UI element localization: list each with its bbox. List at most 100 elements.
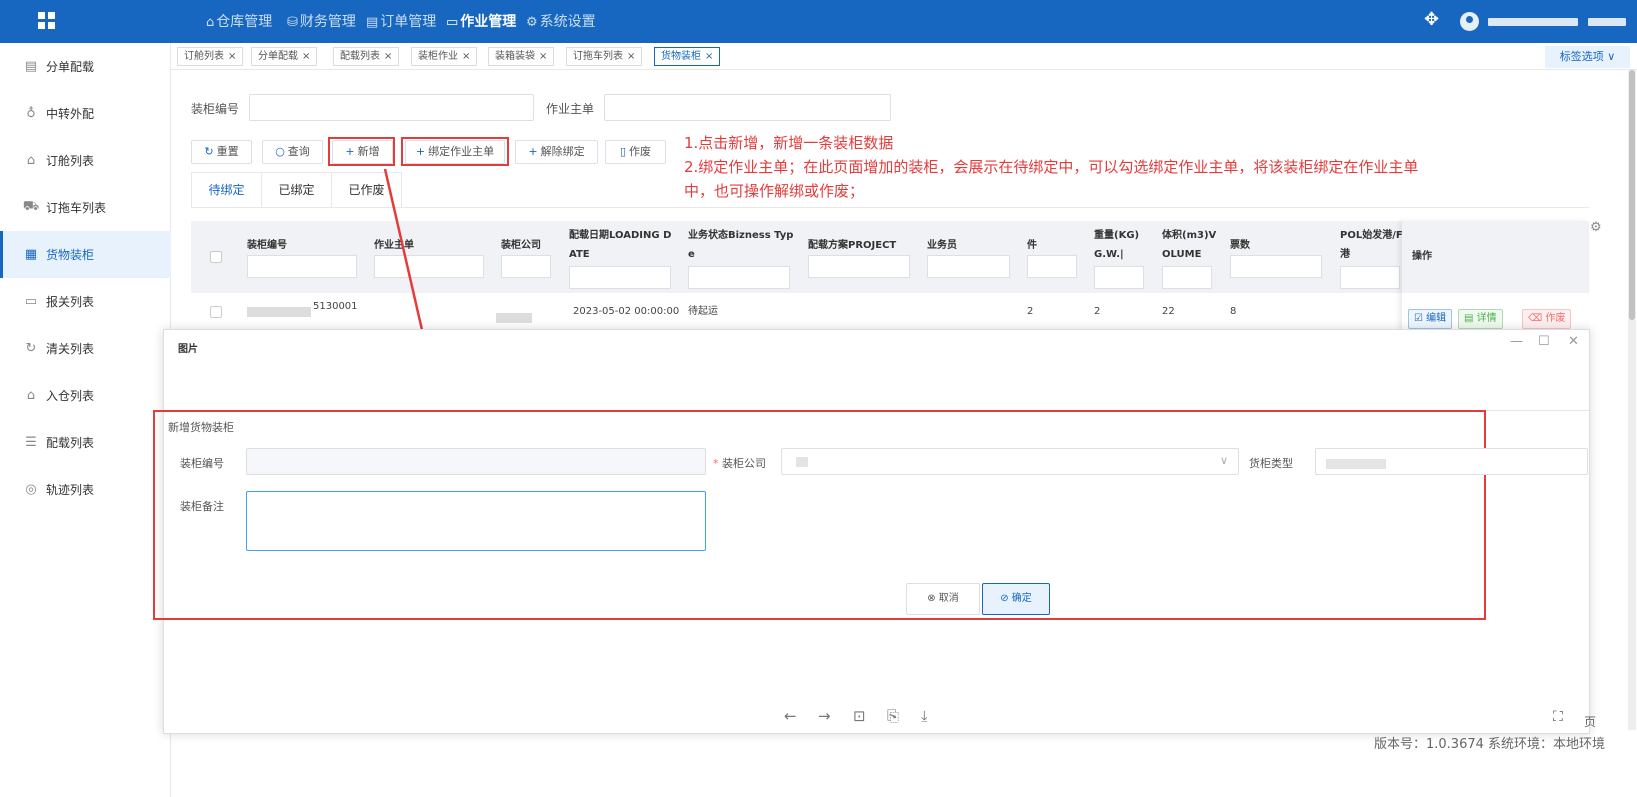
tickets-column-filter[interactable] xyxy=(1230,255,1322,278)
tab-loading-list[interactable]: 配载列表 × xyxy=(333,47,400,66)
nav-operations[interactable]: ▭ 作业管理 xyxy=(446,11,516,31)
sidebar-item-warehouse-in[interactable]: ⌂ 入仓列表 xyxy=(0,372,171,419)
tab-boxing[interactable]: 装箱装袋 × xyxy=(488,47,555,66)
sidebar-item-label: 中转外配 xyxy=(46,107,95,121)
minimize-icon[interactable]: — xyxy=(1510,334,1523,349)
tab-truck-list[interactable]: 订拖车列表 × xyxy=(566,47,643,66)
tab-bound[interactable]: 已绑定 xyxy=(262,172,332,207)
sidebar-item-cargo-loading[interactable]: ▦ 货物装柜 xyxy=(0,231,171,278)
close-icon[interactable]: × xyxy=(302,51,310,62)
declare-icon: ▭ xyxy=(24,294,38,309)
fit-screen-icon[interactable]: ⊡ xyxy=(853,707,866,725)
sidebar-item-customs-declare[interactable]: ▭ 报关列表 xyxy=(0,278,171,325)
tab-voided[interactable]: 已作废 xyxy=(332,172,402,207)
dialog-remark-textarea[interactable] xyxy=(246,491,706,551)
sidebar-item-track-list[interactable]: ◎ 轨迹列表 xyxy=(0,466,171,513)
salesman-column-filter[interactable] xyxy=(927,255,1010,278)
company-column-filter[interactable] xyxy=(501,255,551,278)
nav-settings[interactable]: ⚙ 系统设置 xyxy=(526,11,596,31)
volume-column-filter[interactable] xyxy=(1162,266,1212,289)
redacted-company xyxy=(796,457,808,467)
search-icon: ○ xyxy=(275,145,285,158)
dialog-type-select[interactable] xyxy=(1315,448,1588,475)
unbind-button[interactable]: + 解除绑定 xyxy=(515,140,598,164)
version-info: 版本号：1.0.3674 系统环境：本地环境 xyxy=(1374,737,1606,752)
edit-button[interactable]: ☑ 编辑 xyxy=(1408,309,1453,329)
close-icon[interactable]: ✕ xyxy=(1568,334,1579,349)
top-navigation-bar: ⌂ 仓库管理 ⛁ 财务管理 ▤ 订单管理 ▭ 作业管理 ⚙ 系统设置 ✥ xyxy=(0,0,1637,43)
nav-orders-label: 订单管理 xyxy=(380,14,437,30)
reset-button[interactable]: ↻ 重置 xyxy=(191,140,252,164)
close-icon[interactable]: × xyxy=(705,51,713,62)
pol-column-filter[interactable] xyxy=(1340,266,1400,289)
loading-date-column-filter[interactable] xyxy=(569,266,671,289)
close-icon[interactable]: × xyxy=(539,51,547,62)
master-order-filter-input[interactable] xyxy=(604,94,891,121)
dialog-company-select[interactable]: ∨ xyxy=(781,448,1239,475)
download-icon[interactable]: ⤓ xyxy=(921,707,928,725)
col-company: 装柜公司 xyxy=(501,240,541,251)
weight-column-filter[interactable] xyxy=(1094,266,1144,289)
dialog-title: 新增货物装柜 xyxy=(168,421,234,434)
confirm-button[interactable]: ⊘ 确定 xyxy=(982,583,1050,615)
gear-icon[interactable]: ⚙ xyxy=(1590,220,1602,235)
tab-booking-list[interactable]: 订舱列表 × xyxy=(177,47,244,66)
close-icon[interactable]: × xyxy=(627,51,635,62)
query-button[interactable]: ○ 查询 xyxy=(262,140,323,164)
sidebar-item-transfer[interactable]: ♁ 中转外配 xyxy=(0,90,171,137)
col-pieces: 件 xyxy=(1027,240,1037,251)
app-grid-icon[interactable] xyxy=(38,12,55,29)
refresh-icon: ↻ xyxy=(25,341,37,356)
arrow-right-icon[interactable]: → xyxy=(818,707,831,725)
cell-container-no: 5130001 xyxy=(313,301,358,312)
annotation-step-1: 1.点击新增，新增一条装柜数据 xyxy=(684,134,894,152)
detail-button[interactable]: ▤ 详情 xyxy=(1458,309,1503,329)
container-no-filter-input[interactable] xyxy=(249,94,534,121)
container-no-column-filter[interactable] xyxy=(247,255,357,278)
table-row[interactable]: 5130001 2023-05-02 00:00:00 待起运 2 2 22 8 xyxy=(191,293,1589,331)
project-column-filter[interactable] xyxy=(808,255,910,278)
nav-warehouse[interactable]: ⌂ 仓库管理 xyxy=(206,11,272,31)
close-icon[interactable]: × xyxy=(384,51,392,62)
row-void-button[interactable]: ⌫ 作废 xyxy=(1522,309,1572,329)
sidebar-item-booking-list[interactable]: ⌂ 订舱列表 xyxy=(0,137,171,184)
sidebar-item-truck-list[interactable]: ⛟ 订拖车列表 xyxy=(0,184,171,231)
select-all-checkbox[interactable] xyxy=(210,251,222,263)
sidebar-item-loading-list[interactable]: ☰ 配载列表 xyxy=(0,419,171,466)
tab-container-work[interactable]: 装柜作业 × xyxy=(411,47,478,66)
row-checkbox[interactable] xyxy=(210,306,222,318)
avatar[interactable] xyxy=(1460,12,1479,31)
pieces-column-filter[interactable] xyxy=(1027,255,1077,278)
redacted-username xyxy=(1488,18,1578,26)
move-icon[interactable]: ✥ xyxy=(1424,9,1439,30)
dialog-container-no-input[interactable] xyxy=(246,448,706,475)
sidebar: ▤ 分单配载 ♁ 中转外配 ⌂ 订舱列表 ⛟ 订拖车列表 ▦ 货物装柜 ▭ 报关列表 ↻ 清关… xyxy=(0,43,171,797)
tab-split-loading[interactable]: 分单配载 × xyxy=(251,47,318,66)
tab-pending-bind[interactable]: 待绑定 xyxy=(191,172,262,207)
sidebar-item-split-loading[interactable]: ▤ 分单配载 xyxy=(0,43,171,90)
col-business-status: 业务状态Bizness Typ xyxy=(688,230,794,241)
col-project: 配载方案PROJECT xyxy=(808,240,897,251)
close-icon[interactable]: × xyxy=(462,51,470,62)
nav-finance[interactable]: ⛁ 财务管理 xyxy=(287,11,356,31)
col-salesman: 业务员 xyxy=(927,240,957,251)
sidebar-item-customs-clear[interactable]: ↻ 清关列表 xyxy=(0,325,171,372)
scan-icon[interactable]: ⛶ xyxy=(1553,709,1563,725)
booking-icon: ⌂ xyxy=(26,153,36,168)
gear-icon: ⚙ xyxy=(526,15,538,30)
sidebar-item-label: 入仓列表 xyxy=(46,389,95,403)
maximize-icon[interactable]: ☐ xyxy=(1538,334,1550,349)
cancel-button[interactable]: ⊗ 取消 xyxy=(906,583,980,615)
tab-cargo-loading[interactable]: 货物装柜 × xyxy=(654,47,721,66)
nav-orders[interactable]: ▤ 订单管理 xyxy=(366,11,436,31)
arrow-left-icon[interactable]: ← xyxy=(784,707,797,725)
bind-button-highlight xyxy=(401,137,509,166)
vertical-scrollbar[interactable] xyxy=(1628,70,1636,730)
close-icon[interactable]: × xyxy=(228,51,236,62)
void-button[interactable]: ▯ 作废 xyxy=(605,140,666,164)
master-order-column-filter[interactable] xyxy=(374,255,484,278)
detail-button-label: 详情 xyxy=(1476,313,1497,324)
rotate-icon[interactable]: ⎘ xyxy=(887,707,899,725)
business-status-column-filter[interactable] xyxy=(688,266,790,289)
tag-options-dropdown[interactable]: 标签选项 ∨ xyxy=(1545,46,1630,68)
